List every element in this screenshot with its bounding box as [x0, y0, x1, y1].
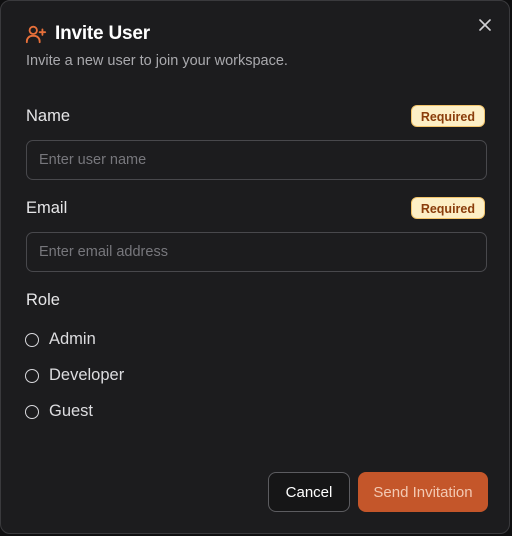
- invite-user-dialog: Invite User Invite a new user to join yo…: [0, 0, 510, 534]
- user-plus-icon: [25, 23, 47, 45]
- role-option-guest[interactable]: Guest: [25, 402, 93, 421]
- radio-button[interactable]: [25, 404, 39, 419]
- email-required-badge: Required: [410, 197, 485, 219]
- close-icon: [479, 19, 491, 31]
- role-option-label: Admin: [49, 330, 96, 348]
- role-option-label: Guest: [49, 402, 94, 420]
- name-required-badge: Required: [410, 105, 485, 127]
- radio-button[interactable]: [25, 332, 39, 347]
- dialog-title: Invite User: [55, 23, 150, 44]
- cancel-button[interactable]: Cancel: [268, 472, 350, 512]
- role-option-admin[interactable]: Admin: [25, 330, 96, 349]
- name-label: Name: [26, 107, 71, 125]
- role-option-developer[interactable]: Developer: [25, 366, 124, 385]
- role-option-label: Developer: [49, 366, 125, 384]
- email-input[interactable]: [26, 232, 487, 272]
- dialog-subtitle: Invite a new user to join your workspace…: [26, 53, 288, 69]
- send-invitation-button[interactable]: Send Invitation: [358, 472, 488, 512]
- name-input[interactable]: [26, 140, 487, 180]
- dialog-header: Invite User: [25, 23, 150, 45]
- role-label: Role: [26, 291, 60, 309]
- close-button[interactable]: [475, 15, 495, 35]
- email-label: Email: [26, 199, 68, 217]
- radio-button[interactable]: [25, 368, 39, 383]
